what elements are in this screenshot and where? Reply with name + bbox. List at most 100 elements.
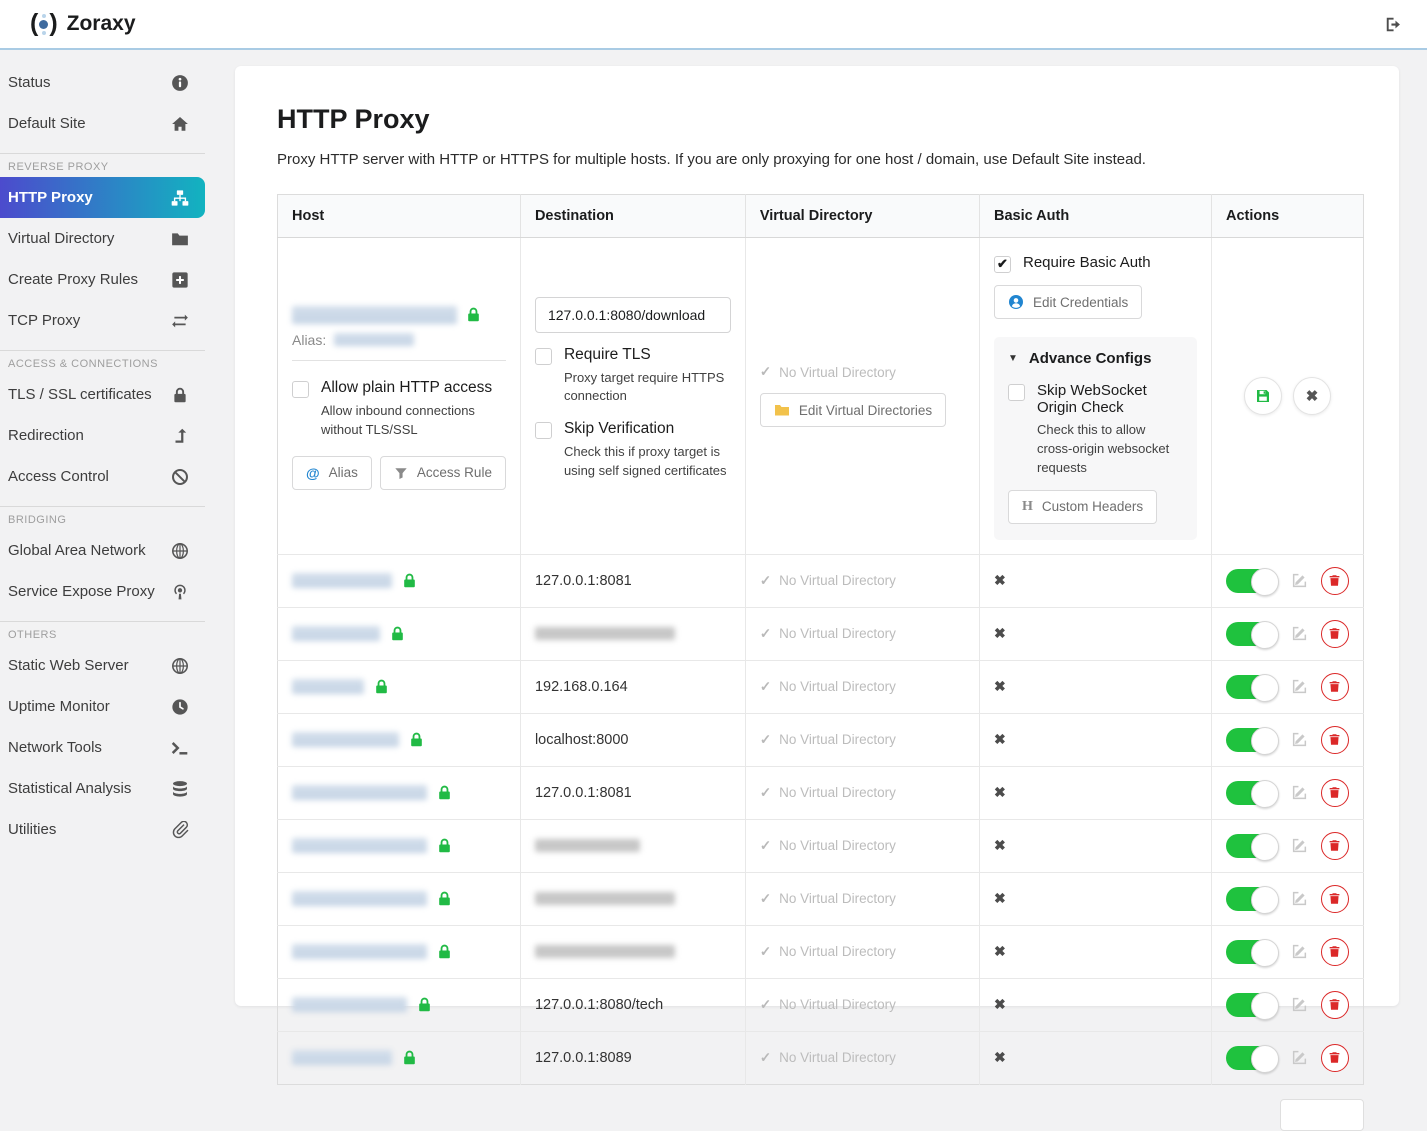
basic-auth-cell: ✖: [979, 713, 1211, 766]
edit-icon[interactable]: [1291, 784, 1308, 801]
sidebar-item-tcp-proxy[interactable]: TCP Proxy: [0, 300, 205, 341]
delete-button[interactable]: [1321, 726, 1349, 754]
edit-icon[interactable]: [1291, 678, 1308, 695]
no-basic-auth-icon: ✖: [994, 1049, 1006, 1065]
destination-cell: 127.0.0.1:8080/tech: [520, 978, 745, 1031]
delete-button[interactable]: [1321, 938, 1349, 966]
sidebar-item-tls-ssl-certificates[interactable]: TLS / SSL certificates: [0, 374, 205, 415]
allow-plain-http-checkbox[interactable]: [292, 381, 309, 398]
sidebar-item-static-web-server[interactable]: Static Web Server: [0, 645, 205, 686]
require-tls-checkbox[interactable]: [535, 348, 552, 365]
sidebar-item-status[interactable]: Status: [0, 62, 205, 103]
sidebar-section-access-connections: ACCESS & CONNECTIONS: [0, 350, 205, 374]
edit-icon[interactable]: [1291, 1049, 1308, 1066]
sidebar-item-label: Network Tools: [8, 739, 102, 756]
edit-icon[interactable]: [1291, 943, 1308, 960]
redacted-hostname: [292, 306, 457, 324]
edit-credentials-button[interactable]: Edit Credentials: [994, 285, 1142, 319]
sidebar-item-label: Status: [8, 74, 51, 91]
sidebar-item-uptime-monitor[interactable]: Uptime Monitor: [0, 686, 205, 727]
trash-icon: [1328, 839, 1341, 852]
sidebar-item-statistical-analysis[interactable]: Statistical Analysis: [0, 768, 205, 809]
sidebar-item-global-area-network[interactable]: Global Area Network: [0, 530, 205, 571]
redacted-hostname: [292, 997, 407, 1012]
skip-websocket-origin-checkbox[interactable]: [1008, 384, 1025, 401]
no-virtual-directory-label: No Virtual Directory: [779, 626, 896, 641]
sidebar-item-label: Virtual Directory: [8, 230, 114, 247]
custom-headers-label: Custom Headers: [1042, 499, 1143, 514]
basic-auth-cell: ✖: [979, 978, 1211, 1031]
sidebar-item-create-proxy-rules[interactable]: Create Proxy Rules: [0, 259, 205, 300]
caret-down-icon: ▼: [1008, 353, 1018, 364]
enable-toggle[interactable]: [1226, 675, 1278, 699]
delete-button[interactable]: [1321, 673, 1349, 701]
advance-configs-accordion[interactable]: ▼ Advance Configs: [1008, 350, 1183, 367]
destination-cell: 127.0.0.1:8081: [520, 554, 745, 607]
check-icon: ✓: [760, 997, 771, 1013]
edit-icon[interactable]: [1291, 837, 1308, 854]
cancel-button[interactable]: ✖: [1293, 377, 1331, 415]
sidebar-item-redirection[interactable]: Redirection: [0, 415, 205, 456]
sidebar-item-network-tools[interactable]: Network Tools: [0, 727, 205, 768]
enable-toggle[interactable]: [1226, 728, 1278, 752]
edit-icon[interactable]: [1291, 572, 1308, 589]
delete-button[interactable]: [1321, 832, 1349, 860]
sidebar-item-label: Redirection: [8, 427, 84, 444]
delete-button[interactable]: [1321, 567, 1349, 595]
destination-input[interactable]: [535, 297, 731, 333]
redacted-hostname: [292, 785, 427, 800]
delete-button[interactable]: [1321, 779, 1349, 807]
edit-icon[interactable]: [1291, 996, 1308, 1013]
sign-out-icon[interactable]: [1384, 16, 1401, 33]
proxy-rule-row: localhost:8000✓No Virtual Directory✖: [278, 713, 1364, 766]
checkbox-label: Skip Verification: [564, 420, 731, 438]
enable-toggle[interactable]: [1226, 940, 1278, 964]
skip-verification-checkbox[interactable]: [535, 422, 552, 439]
delete-button[interactable]: [1321, 620, 1349, 648]
sidebar-item-label: Default Site: [8, 115, 86, 132]
proxy-rule-row: ✓No Virtual Directory✖: [278, 819, 1364, 872]
sidebar-item-service-expose-proxy[interactable]: Service Expose Proxy: [0, 571, 205, 612]
no-virtual-directory-status: ✓ No Virtual Directory: [760, 364, 965, 380]
enable-toggle[interactable]: [1226, 834, 1278, 858]
alias-button[interactable]: @ Alias: [292, 456, 372, 490]
enable-toggle[interactable]: [1226, 781, 1278, 805]
edit-icon[interactable]: [1291, 890, 1308, 907]
enable-toggle[interactable]: [1226, 622, 1278, 646]
delete-button[interactable]: [1321, 991, 1349, 1019]
enable-toggle[interactable]: [1226, 1046, 1278, 1070]
access-rule-button[interactable]: Access Rule: [380, 456, 506, 490]
app-name: Zoraxy: [67, 12, 136, 36]
virtual-directory-cell: ✓No Virtual Directory: [745, 554, 979, 607]
sidebar-item-utilities[interactable]: Utilities: [0, 809, 205, 850]
sidebar-item-virtual-directory[interactable]: Virtual Directory: [0, 218, 205, 259]
virtual-directory-cell: ✓No Virtual Directory: [745, 978, 979, 1031]
column-header-virtual-directory: Virtual Directory: [745, 195, 979, 238]
custom-headers-button[interactable]: H Custom Headers: [1008, 490, 1157, 524]
basic-auth-cell: ✖: [979, 766, 1211, 819]
sidebar-item-label: HTTP Proxy: [8, 189, 93, 206]
sidebar-item-default-site[interactable]: Default Site: [0, 103, 205, 144]
allow-plain-http-row: Allow plain HTTP access Allow inbound co…: [292, 379, 506, 440]
sidebar-item-http-proxy[interactable]: HTTP Proxy: [0, 177, 205, 218]
sidebar-item-access-control[interactable]: Access Control: [0, 456, 205, 497]
partial-button[interactable]: [1280, 1099, 1364, 1131]
require-basic-auth-checkbox[interactable]: [994, 256, 1011, 273]
delete-button[interactable]: [1321, 1044, 1349, 1072]
save-button[interactable]: [1244, 377, 1282, 415]
trash-icon: [1328, 574, 1341, 587]
ban-icon: [171, 468, 189, 486]
delete-button[interactable]: [1321, 885, 1349, 913]
enable-toggle[interactable]: [1226, 993, 1278, 1017]
edit-icon[interactable]: [1291, 731, 1308, 748]
proxy-rules-table: HostDestinationVirtual DirectoryBasic Au…: [277, 194, 1364, 1085]
top-bar: ( ) Zoraxy: [0, 0, 1427, 50]
edit-icon[interactable]: [1291, 625, 1308, 642]
no-basic-auth-icon: ✖: [994, 943, 1006, 959]
edit-virtual-directories-button[interactable]: Edit Virtual Directories: [760, 393, 946, 427]
sidebar-item-label: Uptime Monitor: [8, 698, 110, 715]
access-rule-button-label: Access Rule: [417, 465, 492, 480]
enable-toggle[interactable]: [1226, 569, 1278, 593]
enable-toggle[interactable]: [1226, 887, 1278, 911]
basic-auth-cell: ✖: [979, 925, 1211, 978]
